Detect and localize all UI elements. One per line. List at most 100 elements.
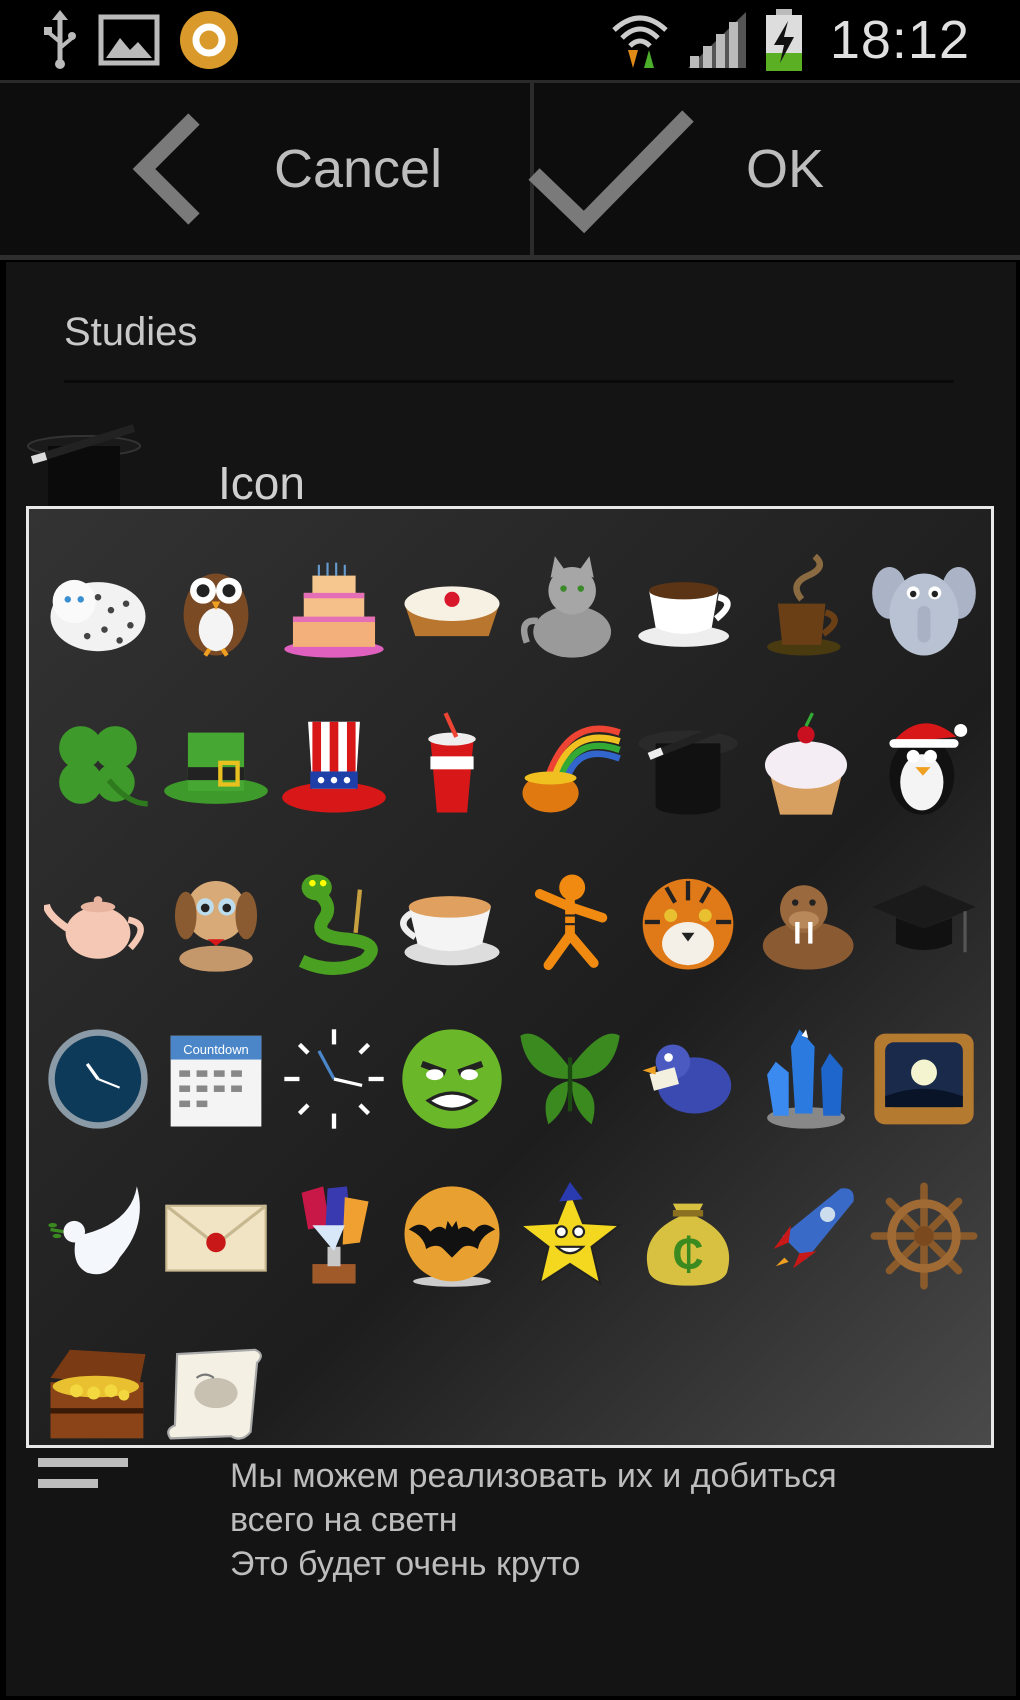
hot-coffee-mug-icon — [767, 553, 841, 656]
icon-option-hot-coffee[interactable] — [747, 529, 865, 686]
icon-field-label: Icon — [218, 457, 305, 509]
icon-grid: Countdown ₵ — [39, 529, 983, 1471]
icon-option-crystal[interactable] — [747, 1000, 865, 1157]
icon-option-cupcake[interactable] — [747, 686, 865, 843]
icon-option-tea-cup[interactable] — [393, 843, 511, 1000]
image-icon — [98, 14, 160, 66]
battery-charging-icon — [765, 9, 802, 71]
soda-cup-icon — [428, 711, 476, 813]
icon-option-owl[interactable] — [157, 529, 275, 686]
icon-option-money-bag[interactable]: ₵ — [629, 1157, 747, 1314]
icon-option-leprechaun-hat[interactable] — [157, 686, 275, 843]
money-bag-icon: ₵ — [646, 1203, 730, 1286]
ok-button[interactable]: OK — [528, 83, 1014, 255]
tea-cup-icon — [400, 895, 500, 965]
icon-option-pot-of-gold[interactable] — [511, 686, 629, 843]
icon-option-wall-clock[interactable] — [39, 1000, 157, 1157]
icon-option-elephant[interactable] — [865, 529, 983, 686]
leprechaun-hat-icon — [164, 732, 268, 804]
ok-label: OK — [746, 139, 825, 199]
clock-face-icon — [284, 1028, 384, 1129]
icon-option-ship-wheel[interactable] — [865, 1157, 983, 1314]
icon-option-cat[interactable] — [511, 529, 629, 686]
calendar-title: Countdown — [183, 1042, 249, 1057]
icon-option-treasure-map[interactable] — [157, 1314, 275, 1471]
rocket-icon — [756, 1187, 854, 1286]
icon-option-dove[interactable] — [39, 1157, 157, 1314]
back-arrow-icon — [132, 113, 200, 225]
uncle-sam-hat-icon — [282, 721, 386, 813]
status-bar: 18:12 — [0, 0, 1020, 80]
tiger-face-icon — [642, 878, 734, 970]
icon-option-birthday-cake[interactable] — [275, 529, 393, 686]
cancel-label: Cancel — [274, 139, 443, 199]
elephant-icon — [872, 566, 976, 656]
crystal-icon — [767, 1028, 845, 1129]
owl-icon — [183, 572, 249, 657]
tv-icon — [874, 1033, 974, 1124]
angry-smiley-icon — [402, 1028, 502, 1129]
envelope-icon — [165, 1203, 267, 1272]
icon-option-butterfly[interactable] — [511, 1000, 629, 1157]
icon-option-snake[interactable] — [275, 843, 393, 1000]
icon-option-puppy[interactable] — [157, 843, 275, 1000]
wall-clock-icon — [48, 1028, 148, 1129]
bat-emblem-icon — [404, 1185, 500, 1287]
icon-option-tart[interactable] — [393, 529, 511, 686]
walrus-icon — [762, 884, 854, 970]
tart-icon — [404, 585, 500, 636]
puppy-icon — [174, 880, 258, 972]
star-face-icon — [517, 1181, 623, 1286]
countdown-calendar-icon: Countdown — [170, 1035, 262, 1127]
icon-option-trophy-gems[interactable] — [275, 1157, 393, 1314]
description-text: Мы можем реализовать их и добиться всего… — [230, 1454, 837, 1586]
trophy-gems-icon — [301, 1185, 369, 1284]
penguin-santa-icon — [889, 722, 968, 815]
cupcake-icon — [764, 711, 848, 815]
treasure-chest-icon — [50, 1349, 146, 1438]
icon-option-clover[interactable] — [39, 686, 157, 843]
snake-icon — [298, 873, 378, 975]
icon-option-rocket[interactable] — [747, 1157, 865, 1314]
icon-option-angry-smiley[interactable] — [393, 1000, 511, 1157]
svg-text:₵: ₵ — [672, 1230, 703, 1278]
cat-icon — [520, 555, 612, 658]
cancel-button[interactable]: Cancel — [6, 83, 534, 255]
signal-icon — [687, 12, 746, 68]
dove-icon — [48, 1185, 140, 1274]
pot-of-gold-rainbow-icon — [522, 725, 621, 813]
icon-option-coffee-cup[interactable] — [629, 529, 747, 686]
icon-option-clock-face[interactable] — [275, 1000, 393, 1157]
treasure-map-icon — [167, 1348, 262, 1440]
section-title: Studies — [64, 310, 198, 354]
icon-option-soda-cup[interactable] — [393, 686, 511, 843]
icon-option-magic-hat[interactable] — [629, 686, 747, 843]
icon-option-star-face[interactable] — [511, 1157, 629, 1314]
icon-picker-dialog: Countdown ₵ — [26, 506, 994, 1448]
icon-option-walrus[interactable] — [747, 843, 865, 1000]
icon-option-tiger-face[interactable] — [629, 843, 747, 1000]
icon-option-countdown-calendar[interactable]: Countdown — [157, 1000, 275, 1157]
section-divider — [64, 380, 954, 383]
usb-icon — [44, 10, 76, 69]
butterfly-icon — [520, 1033, 620, 1124]
snow-leopard-icon — [50, 579, 146, 651]
icon-option-penguin-santa[interactable] — [865, 686, 983, 843]
icon-option-tiger-cartoon[interactable] — [511, 843, 629, 1000]
icon-option-snow-leopard[interactable] — [39, 529, 157, 686]
icon-option-teapot[interactable] — [39, 843, 157, 1000]
clover-icon — [59, 725, 148, 807]
graduation-cap-icon — [872, 884, 976, 952]
action-bar: Cancel OK — [0, 80, 1020, 260]
icon-option-bird-letter[interactable] — [629, 1000, 747, 1157]
clock-time: 18:12 — [829, 10, 970, 70]
app-notification-icon — [180, 11, 238, 69]
icon-option-uncle-sam-hat[interactable] — [275, 686, 393, 843]
wifi-icon — [612, 15, 668, 68]
icon-option-envelope[interactable] — [157, 1157, 275, 1314]
icon-option-treasure-chest[interactable] — [39, 1314, 157, 1471]
icon-option-graduation-cap[interactable] — [865, 843, 983, 1000]
icon-option-tv[interactable] — [865, 1000, 983, 1157]
icon-option-bat-emblem[interactable] — [393, 1157, 511, 1314]
tiger-cartoon-icon — [534, 873, 608, 970]
